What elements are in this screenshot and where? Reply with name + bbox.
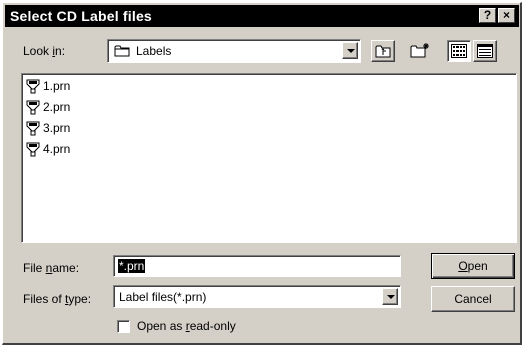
up-one-level-button[interactable] <box>371 40 395 62</box>
file-list[interactable]: 1.prn 2.prn 3.prn 4.prn <box>21 73 517 243</box>
file-name-text: 2.prn <box>43 100 71 114</box>
file-name-text: 1.prn <box>43 79 71 93</box>
printer-file-icon <box>26 120 40 136</box>
open-file-dialog: Select CD Label files ? × Look in: Label… <box>2 2 522 345</box>
file-name-text: 4.prn <box>43 142 71 156</box>
new-folder-icon <box>410 42 430 61</box>
files-of-type-dropdown-button[interactable] <box>382 288 398 305</box>
look-in-dropdown[interactable]: Labels <box>107 39 361 63</box>
read-only-label[interactable]: Open as read-only <box>137 319 236 333</box>
create-new-folder-button[interactable] <box>407 40 431 62</box>
files-of-type-dropdown[interactable]: Label files(*.prn) <box>113 285 401 308</box>
open-button[interactable]: Open <box>431 253 515 279</box>
details-view-icon <box>477 44 493 61</box>
files-of-type-value: Label files(*.prn) <box>119 290 207 304</box>
close-button[interactable]: × <box>498 8 515 23</box>
file-name-text: 3.prn <box>43 121 71 135</box>
look-in-label: Look in: <box>23 44 66 58</box>
details-view-button[interactable] <box>473 40 497 62</box>
printer-file-icon <box>26 99 40 115</box>
up-folder-icon <box>375 44 391 61</box>
help-button[interactable]: ? <box>479 8 496 23</box>
chevron-down-icon <box>387 295 395 299</box>
printer-file-icon <box>26 141 40 157</box>
read-only-checkbox[interactable] <box>117 320 130 333</box>
printer-file-icon <box>26 78 40 94</box>
list-view-button[interactable] <box>447 40 471 62</box>
dialog-title: Select CD Label files <box>10 8 152 24</box>
title-bar[interactable]: Select CD Label files ? × <box>5 5 519 27</box>
look-in-value: Labels <box>136 44 172 58</box>
file-name-input[interactable]: *.prn <box>113 255 401 277</box>
folder-icon <box>114 44 130 57</box>
file-name-value: *.prn <box>118 259 146 273</box>
list-view-icon <box>451 44 467 61</box>
files-of-type-label: Files of type: <box>23 292 92 306</box>
file-name-label: File name: <box>23 261 80 275</box>
chevron-down-icon <box>347 49 355 53</box>
cancel-button[interactable]: Cancel <box>431 286 515 312</box>
look-in-dropdown-button[interactable] <box>342 42 358 59</box>
